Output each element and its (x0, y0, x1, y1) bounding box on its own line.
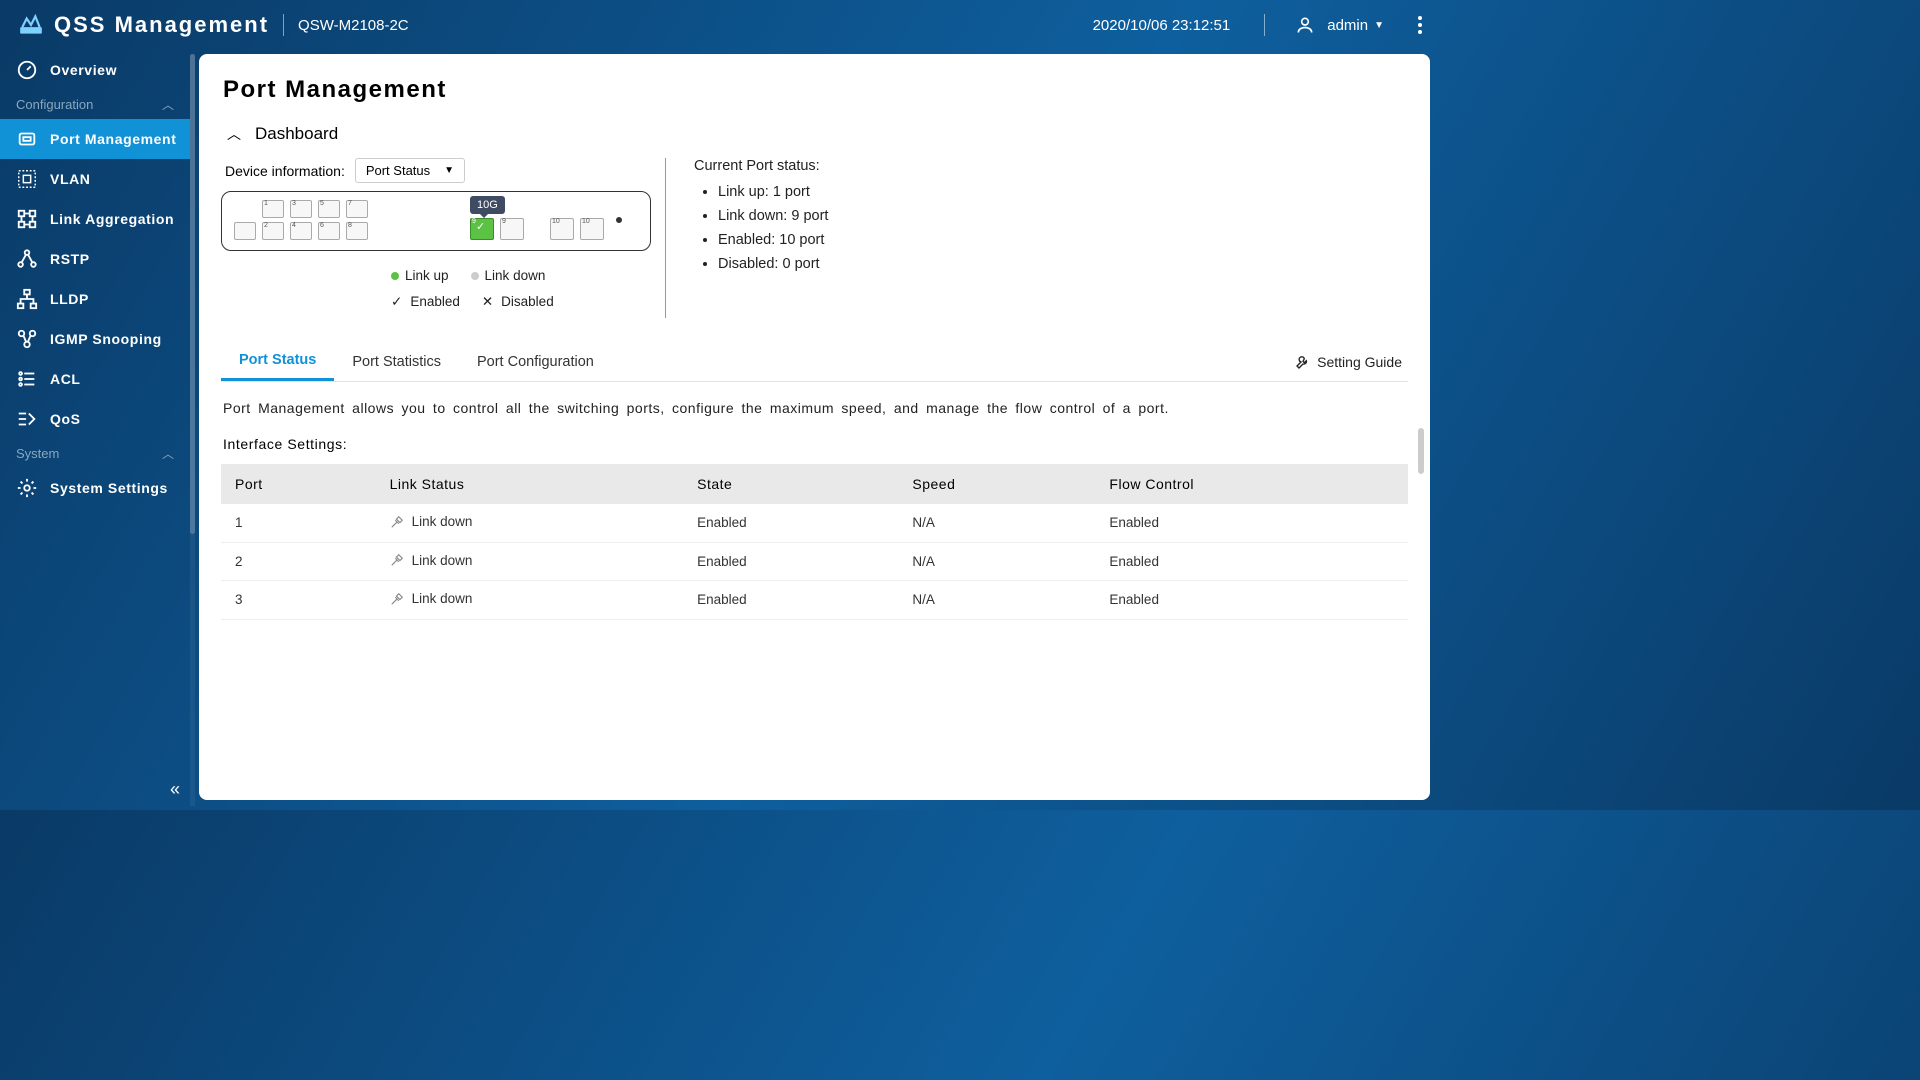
port-10[interactable]: 10 (550, 218, 574, 240)
header-divider (283, 14, 284, 36)
dot-green-icon (391, 272, 399, 280)
sidebar: Overview Configuration ︿ Port Management… (0, 50, 190, 810)
port-4[interactable]: 4 (290, 222, 312, 240)
app-logo-icon (18, 12, 44, 38)
table-row[interactable]: 1Link downEnabledN/AEnabled (221, 504, 1408, 542)
user-menu[interactable]: admin ▼ (1295, 15, 1384, 35)
port-7[interactable]: 7 (346, 200, 368, 218)
sidebar-scrollbar[interactable] (190, 54, 195, 806)
chevron-up-icon: ︿ (162, 445, 174, 462)
app-header: QSS Management QSW-M2108-2C 2020/10/06 2… (0, 0, 1440, 50)
clock: 2020/10/06 23:12:51 (1093, 17, 1231, 34)
sidebar-item-lldp[interactable]: LLDP (0, 279, 190, 319)
chevron-up-icon: ︿ (227, 124, 241, 144)
device-model: QSW-M2108-2C (298, 17, 409, 34)
interface-settings-label: Interface Settings: (221, 436, 1408, 452)
content-scrollbar[interactable] (1418, 428, 1424, 794)
tree-icon (16, 248, 38, 270)
device-info-label: Device information: (225, 163, 345, 179)
sidebar-item-link-aggregation[interactable]: Link Aggregation (0, 199, 190, 239)
user-name: admin (1327, 17, 1368, 34)
snooping-icon (16, 328, 38, 350)
speed-badge: 10G (470, 196, 505, 214)
sidebar-section-configuration[interactable]: Configuration ︿ (0, 90, 190, 119)
port-status-summary: Current Port status: Link up: 1 port Lin… (694, 158, 828, 318)
sidebar-item-overview[interactable]: Overview (0, 50, 190, 90)
port-6[interactable]: 6 (318, 222, 340, 240)
port-2[interactable]: 2 (262, 222, 284, 240)
dashboard-toggle[interactable]: ︿ Dashboard (221, 124, 1408, 144)
caret-down-icon: ▼ (1374, 20, 1384, 31)
tab-bar: Port Status Port Statistics Port Configu… (221, 342, 1408, 382)
chevron-up-icon: ︿ (162, 96, 174, 113)
check-icon: Enabled (391, 289, 460, 315)
col-link-status: Link Status (376, 464, 684, 504)
col-flow-control: Flow Control (1095, 464, 1408, 504)
vlan-icon (16, 168, 38, 190)
port-8[interactable]: 8 (346, 222, 368, 240)
switch-diagram: 1 2 3 4 5 6 7 8 10G 9 9 10 10 (221, 191, 651, 251)
topology-icon (16, 288, 38, 310)
col-speed: Speed (898, 464, 1095, 504)
gauge-icon (16, 59, 38, 81)
sidebar-item-acl[interactable]: ACL (0, 359, 190, 399)
tab-port-status[interactable]: Port Status (221, 342, 334, 381)
more-menu-icon[interactable] (1418, 16, 1422, 34)
app-title: QSS Management (54, 12, 269, 38)
vertical-divider (665, 158, 666, 318)
dot-grey-icon (471, 272, 479, 280)
sidebar-section-system[interactable]: System ︿ (0, 439, 190, 468)
col-state: State (683, 464, 898, 504)
port-5[interactable]: 5 (318, 200, 340, 218)
port-10b[interactable]: 10 (580, 218, 604, 240)
sidebar-item-rstp[interactable]: RSTP (0, 239, 190, 279)
power-dot-icon (616, 217, 622, 223)
qos-icon (16, 408, 38, 430)
port-table: Port Link Status State Speed Flow Contro… (221, 464, 1408, 620)
wrench-icon (1295, 354, 1311, 370)
port-icon (16, 128, 38, 150)
page-title: Port Management (223, 76, 1408, 104)
table-row[interactable]: 2Link downEnabledN/AEnabled (221, 542, 1408, 581)
setting-guide-link[interactable]: Setting Guide (1295, 354, 1408, 370)
col-port: Port (221, 464, 376, 504)
user-icon (1295, 15, 1315, 35)
description-text: Port Management allows you to control al… (223, 400, 1406, 416)
port-1[interactable]: 1 (262, 200, 284, 218)
caret-down-icon: ▼ (444, 165, 454, 176)
sidebar-item-igmp-snooping[interactable]: IGMP Snooping (0, 319, 190, 359)
port-9b[interactable]: 9 (500, 218, 524, 240)
sidebar-item-qos[interactable]: QoS (0, 399, 190, 439)
table-row[interactable]: 3Link downEnabledN/AEnabled (221, 581, 1408, 620)
main-panel: Port Management ︿ Dashboard Device infor… (199, 54, 1430, 800)
port-slot[interactable] (234, 222, 256, 240)
gear-icon (16, 477, 38, 499)
header-divider (1264, 14, 1265, 36)
port-3[interactable]: 3 (290, 200, 312, 218)
sidebar-item-vlan[interactable]: VLAN (0, 159, 190, 199)
tab-port-statistics[interactable]: Port Statistics (334, 344, 459, 380)
aggregation-icon (16, 208, 38, 230)
collapse-sidebar-icon[interactable]: « (170, 779, 180, 800)
legend: Link up Link down Enabled Disabled (221, 263, 651, 314)
tab-port-configuration[interactable]: Port Configuration (459, 344, 612, 380)
sidebar-item-port-management[interactable]: Port Management (0, 119, 190, 159)
x-icon: Disabled (482, 289, 554, 315)
list-icon (16, 368, 38, 390)
device-info-select[interactable]: Port Status ▼ (355, 158, 465, 183)
port-9[interactable]: 9 (470, 218, 494, 240)
sidebar-item-system-settings[interactable]: System Settings (0, 468, 190, 508)
